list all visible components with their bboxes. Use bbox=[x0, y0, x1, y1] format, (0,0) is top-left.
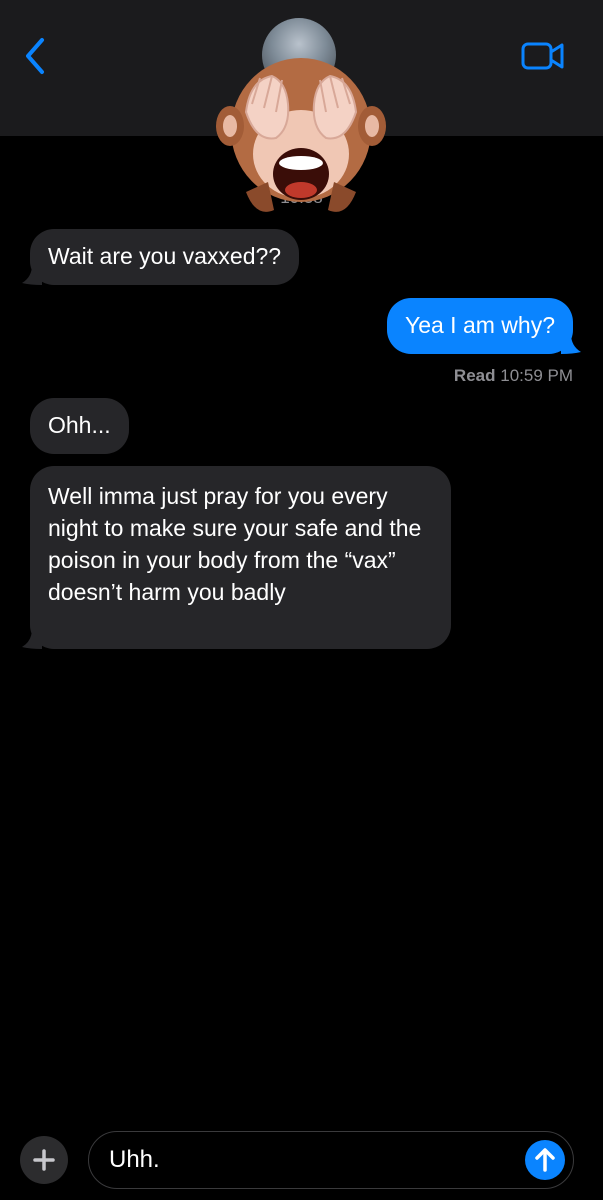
chevron-left-icon bbox=[26, 38, 44, 74]
arrow-up-icon bbox=[535, 1148, 555, 1172]
read-receipt: Read 10:59 PM bbox=[454, 366, 573, 386]
bubble-tail bbox=[561, 334, 581, 354]
message-input-text[interactable]: Uhh. bbox=[109, 1146, 160, 1174]
read-time: 10:59 PM bbox=[500, 366, 573, 385]
facetime-video-button[interactable] bbox=[520, 40, 566, 72]
read-status: Read bbox=[453, 366, 496, 385]
message-bubble-outgoing[interactable]: Yea I am why? bbox=[386, 298, 573, 354]
send-button[interactable] bbox=[525, 1140, 565, 1180]
message-input[interactable]: Uhh. bbox=[88, 1131, 574, 1189]
message-bubble-incoming[interactable]: Well imma just pray for you every night … bbox=[30, 466, 451, 649]
message-bubble-incoming[interactable]: Ohh... bbox=[30, 398, 129, 454]
bubble-tail bbox=[22, 265, 42, 285]
plus-icon bbox=[33, 1149, 55, 1171]
message-text: Ohh... bbox=[48, 412, 111, 438]
see-no-evil-monkey-sticker-icon bbox=[216, 58, 386, 212]
video-camera-icon bbox=[521, 42, 564, 70]
apps-plus-button[interactable] bbox=[20, 1136, 68, 1184]
message-text: Yea I am why? bbox=[404, 312, 555, 338]
bubble-tail bbox=[22, 629, 42, 649]
message-bubble-incoming[interactable]: Wait are you vaxxed?? bbox=[30, 229, 300, 285]
back-button[interactable] bbox=[20, 36, 56, 76]
message-text: Wait are you vaxxed?? bbox=[48, 243, 282, 269]
message-text: Well imma just pray for you every night … bbox=[48, 483, 422, 605]
